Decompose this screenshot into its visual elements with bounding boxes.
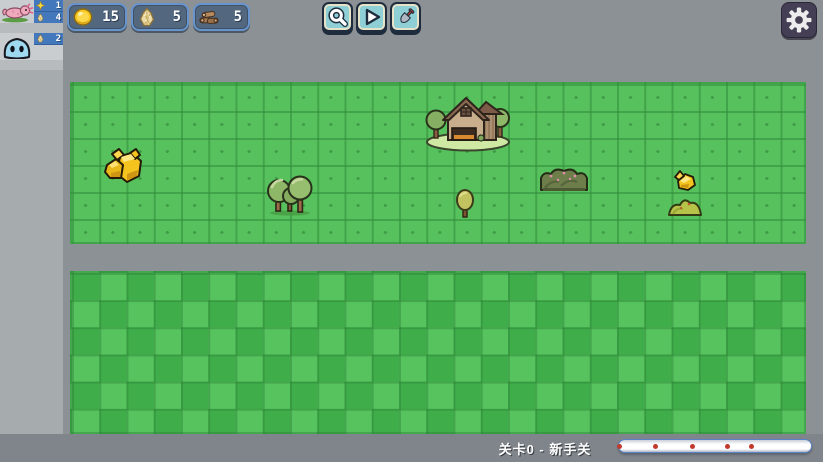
play-icon <box>362 7 382 27</box>
magnifier-button[interactable] <box>322 2 353 32</box>
axolotl-costs: 1 4 <box>34 0 63 24</box>
gold-ore-large-icon <box>100 144 150 190</box>
gold-resource-panel: 15 <box>67 3 127 31</box>
blue-blob-icon <box>2 35 32 59</box>
farm-house[interactable] <box>423 92 513 152</box>
grass-mound-icon <box>667 195 703 217</box>
tree-cluster[interactable] <box>265 172 317 216</box>
wheat-icon <box>137 7 157 27</box>
wave-marker <box>749 444 754 449</box>
unit-sidebar: 1 4 2 <box>0 0 63 434</box>
axolotl-icon <box>0 1 34 23</box>
wave-progress-bar <box>618 439 812 453</box>
wheat-icon <box>36 13 45 22</box>
resource-bar: 15 5 5 <box>67 3 250 31</box>
level-label: 关卡0 - 新手关 <box>470 439 620 458</box>
gear-icon <box>786 7 812 33</box>
cooldown-strip <box>0 60 63 70</box>
blue-blob-costs: 2 <box>34 33 63 60</box>
battle-field-grid[interactable] <box>70 82 806 244</box>
farm-house-icon <box>423 92 513 152</box>
status-bar: 关卡0 - 新手关 <box>0 434 823 462</box>
cost-filler <box>34 45 63 60</box>
star-icon <box>36 1 45 10</box>
blue-blob-portrait <box>0 33 34 60</box>
play-button[interactable] <box>356 2 387 32</box>
tree-cluster-icon <box>265 172 317 216</box>
wave-marker <box>690 444 695 449</box>
unit-card-blue-blob[interactable]: 2 <box>0 33 63 70</box>
gold-count: 15 <box>102 9 119 25</box>
small-tree-icon <box>454 189 476 219</box>
wave-marker <box>725 444 730 449</box>
cost-row: 1 <box>34 0 63 12</box>
game-screen: 1 4 2 <box>0 0 823 462</box>
shovel-icon <box>396 7 416 27</box>
wave-marker <box>617 444 622 449</box>
cooldown-strip <box>0 23 63 33</box>
gold-ore-small-icon <box>671 167 699 193</box>
wood-resource-panel: 5 <box>193 3 250 31</box>
shovel-button[interactable] <box>390 2 421 32</box>
wood-count: 5 <box>234 9 242 25</box>
unit-card-axolotl[interactable]: 1 4 <box>0 0 63 33</box>
grass-mound[interactable] <box>667 195 703 217</box>
wheat-count: 5 <box>173 9 181 25</box>
gold-ore-small[interactable] <box>671 167 699 193</box>
settings-button[interactable] <box>781 2 817 38</box>
magnifier-icon <box>328 7 348 27</box>
coin-icon <box>73 7 93 27</box>
toolbar <box>322 2 421 32</box>
farm-field-checker[interactable] <box>70 271 806 434</box>
flower-hedge-icon <box>537 164 591 194</box>
cost-value: 2 <box>56 34 61 44</box>
wheat-resource-panel: 5 <box>131 3 189 31</box>
flower-hedge[interactable] <box>537 164 591 194</box>
axolotl-portrait <box>0 0 34 23</box>
small-tree[interactable] <box>454 189 476 219</box>
cost-value: 4 <box>56 13 61 23</box>
wheat-icon <box>36 34 45 43</box>
cost-row: 2 <box>34 33 63 45</box>
gold-ore-large[interactable] <box>100 144 150 190</box>
cost-value: 1 <box>56 1 61 11</box>
wave-marker <box>653 444 658 449</box>
logs-icon <box>199 7 219 27</box>
